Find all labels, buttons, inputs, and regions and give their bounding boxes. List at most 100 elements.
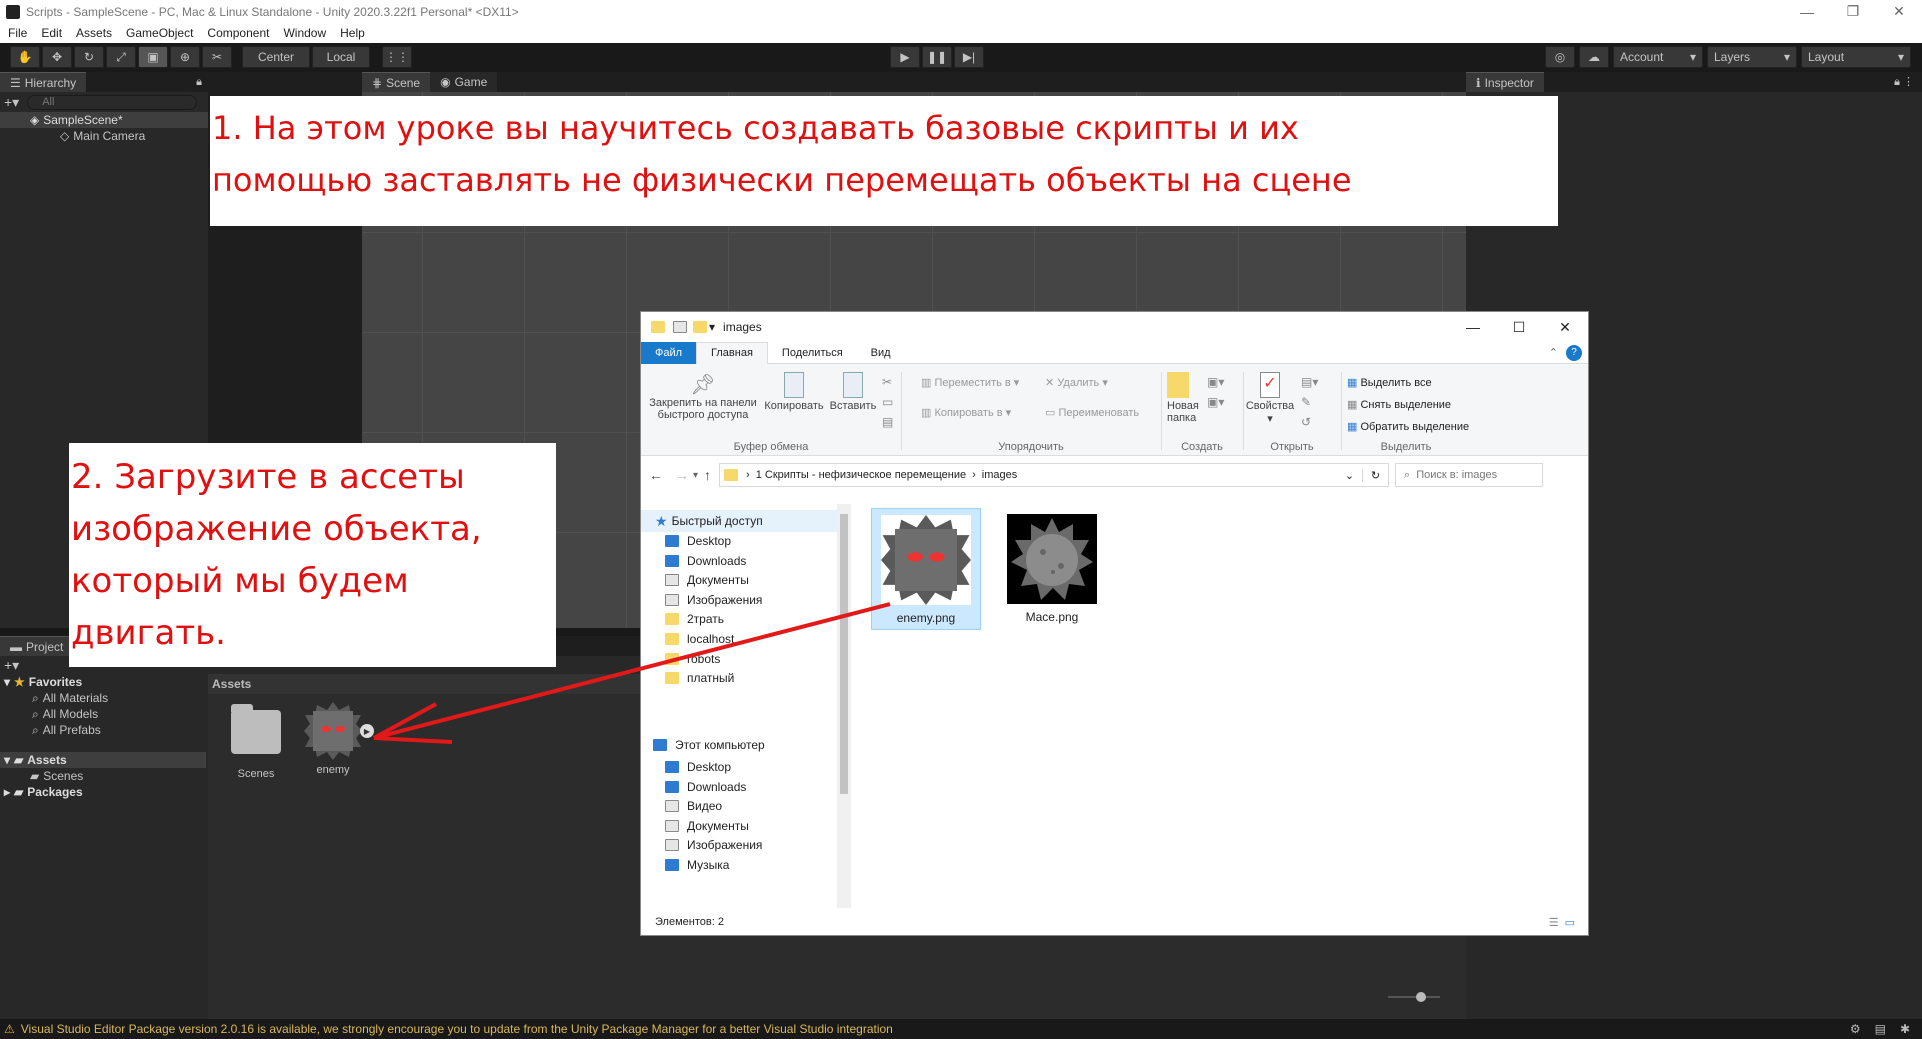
tab-file[interactable]: Файл	[641, 341, 697, 364]
auto-generate-icon[interactable]: ⚙	[1850, 1022, 1861, 1036]
hierarchy-search-input[interactable]	[27, 94, 198, 110]
pause-button[interactable]: ❚❚	[922, 46, 952, 68]
transform-tool-icon[interactable]: ⊕	[170, 46, 200, 68]
tab-home[interactable]: Главная	[696, 341, 768, 364]
asset-enemy-sprite[interactable]: ▶ enemy	[298, 702, 374, 776]
tab-game[interactable]: ◉ Game	[430, 72, 498, 92]
breadcrumb-segment[interactable]: 1 Скрипты - нефизическое перемещение	[756, 469, 966, 481]
new-item-icon[interactable]: ▣▾	[1207, 372, 1224, 392]
pivot-center-button[interactable]: Center	[242, 46, 310, 68]
minimize-button[interactable]: —	[1450, 319, 1496, 335]
close-button[interactable]: ✕	[1876, 3, 1922, 20]
nav-this-pc[interactable]: Этот компьютер	[653, 734, 765, 756]
tab-share[interactable]: Поделиться	[768, 347, 857, 359]
paste-shortcut-icon[interactable]: ▤	[882, 412, 893, 432]
camera-row[interactable]: ◇ Main Camera	[0, 128, 208, 144]
large-icons-view-icon[interactable]: ▭	[1565, 916, 1575, 929]
copy-path-icon[interactable]: ▭	[882, 392, 893, 412]
cut-icon[interactable]: ✂	[882, 372, 893, 392]
layout-dropdown[interactable]: Layout ▾	[1801, 46, 1911, 68]
custom-tool-icon[interactable]: ✂	[202, 46, 232, 68]
properties-icon[interactable]	[673, 321, 687, 333]
add-icon[interactable]: +▾	[4, 657, 19, 674]
history-icon[interactable]: ↺	[1301, 412, 1318, 432]
nav-scrollbar-thumb[interactable]	[840, 514, 848, 794]
play-button[interactable]: ▶	[890, 46, 920, 68]
pin-button[interactable]: 📌︎ Закрепить на панели быстрого доступа	[647, 372, 759, 421]
play-icon[interactable]: ▶	[360, 724, 374, 738]
tab-inspector[interactable]: ℹ Inspector	[1466, 72, 1544, 92]
fav-item[interactable]: ⌕ All Materials	[0, 690, 206, 706]
zoom-slider-handle[interactable]	[1416, 992, 1426, 1002]
menu-assets[interactable]: Assets	[76, 26, 112, 40]
menu-gameobject[interactable]: GameObject	[126, 26, 193, 40]
copy-button[interactable]: Копировать	[763, 372, 825, 412]
easy-access-icon[interactable]: ▣▾	[1207, 392, 1224, 412]
packages-row[interactable]: ▸ ▰ Packages	[0, 784, 206, 800]
select-none-button[interactable]: ▦ Снять выделение	[1347, 394, 1469, 416]
asset-scenes-folder[interactable]: Scenes	[228, 704, 284, 780]
fav-item[interactable]: ⌕ All Prefabs	[0, 722, 206, 738]
select-all-button[interactable]: ▦ Выделить все	[1347, 372, 1469, 394]
open-icon[interactable]: ▤▾	[1301, 372, 1318, 392]
up-icon[interactable]: ↑	[704, 467, 711, 483]
assets-row[interactable]: ▾ ▰ Assets	[0, 752, 206, 768]
details-view-icon[interactable]: ☰	[1549, 916, 1559, 929]
collab-icon[interactable]: ◎	[1545, 46, 1575, 68]
refresh-icon[interactable]: ↻	[1362, 468, 1388, 482]
chevron-down-icon[interactable]: ▾	[709, 320, 715, 334]
invert-selection-button[interactable]: ▦ Обратить выделение	[1347, 416, 1469, 438]
menu-component[interactable]: Component	[207, 26, 269, 40]
tab-project[interactable]: ▬ Project	[0, 636, 74, 656]
search-box[interactable]: ⌕ Поиск в: images	[1395, 463, 1544, 487]
minimize-button[interactable]: —	[1784, 4, 1830, 20]
back-icon[interactable]: ←	[649, 467, 663, 483]
debug-mode-icon[interactable]: ✱	[1900, 1022, 1910, 1036]
zoom-slider-track[interactable]	[1388, 992, 1440, 1002]
maximize-button[interactable]: ❐	[1830, 3, 1876, 20]
rotate-tool-icon[interactable]: ↻	[74, 46, 104, 68]
lock-icon[interactable]: 🔒︎	[196, 76, 202, 89]
tab-view[interactable]: Вид	[857, 347, 905, 359]
file-enemy-png[interactable]: enemy.png	[871, 508, 981, 630]
recent-locations-icon[interactable]: ▾	[693, 470, 698, 481]
properties-button[interactable]: ✓ Свойства ▾	[1245, 372, 1295, 425]
menu-file[interactable]: File	[8, 26, 27, 40]
hand-tool-icon[interactable]: ✋	[10, 46, 40, 68]
cache-server-icon[interactable]: ▤	[1875, 1022, 1886, 1036]
fav-item[interactable]: ⌕ All Models	[0, 706, 206, 722]
favorites-row[interactable]: ▾ ★ Favorites	[0, 674, 206, 690]
nav-item[interactable]: платный	[665, 667, 734, 689]
delete-button[interactable]: ✕ Удалить ▾	[1045, 376, 1108, 389]
grid-snap-icon[interactable]: ⋮⋮	[382, 46, 412, 68]
menu-help[interactable]: Help	[340, 26, 365, 40]
close-button[interactable]: ✕	[1542, 319, 1588, 336]
lock-icon[interactable]: 🔒︎ ⋮	[1894, 75, 1914, 89]
rect-tool-icon[interactable]: ▣	[138, 46, 168, 68]
status-message[interactable]: Visual Studio Editor Package version 2.0…	[21, 1022, 893, 1036]
address-bar[interactable]: › 1 Скрипты - нефизическое перемещение ›…	[719, 463, 1390, 487]
menu-window[interactable]: Window	[283, 26, 326, 40]
move-to-button[interactable]: ▥ Переместить в ▾	[921, 376, 1019, 389]
maximize-button[interactable]: ☐	[1496, 319, 1542, 336]
help-icon[interactable]: ?	[1566, 344, 1582, 361]
account-dropdown[interactable]: Account ▾	[1613, 46, 1703, 68]
rename-button[interactable]: ▭ Переименовать	[1045, 406, 1139, 419]
paste-button[interactable]: Вставить	[827, 372, 879, 412]
pivot-local-button[interactable]: Local	[312, 46, 370, 68]
move-tool-icon[interactable]: ✥	[42, 46, 72, 68]
nav-item[interactable]: Музыка	[665, 854, 729, 876]
edit-icon[interactable]: ✎	[1301, 392, 1318, 412]
chevron-down-icon[interactable]: ⌄	[1345, 469, 1354, 482]
scene-row[interactable]: ◈ SampleScene*	[0, 112, 208, 128]
tab-scene[interactable]: ⋕ Scene	[362, 72, 431, 92]
forward-icon[interactable]: →	[675, 467, 689, 483]
step-button[interactable]: ▶|	[954, 46, 984, 68]
copy-to-button[interactable]: ▥ Копировать в ▾	[921, 406, 1011, 419]
tab-hierarchy[interactable]: ☰ Hierarchy	[0, 72, 87, 92]
scale-tool-icon[interactable]: ⤢	[106, 46, 136, 68]
menu-edit[interactable]: Edit	[41, 26, 62, 40]
nav-scrollbar[interactable]	[837, 504, 851, 908]
breadcrumb-segment[interactable]: images	[982, 469, 1017, 481]
add-icon[interactable]: +▾	[4, 94, 19, 111]
